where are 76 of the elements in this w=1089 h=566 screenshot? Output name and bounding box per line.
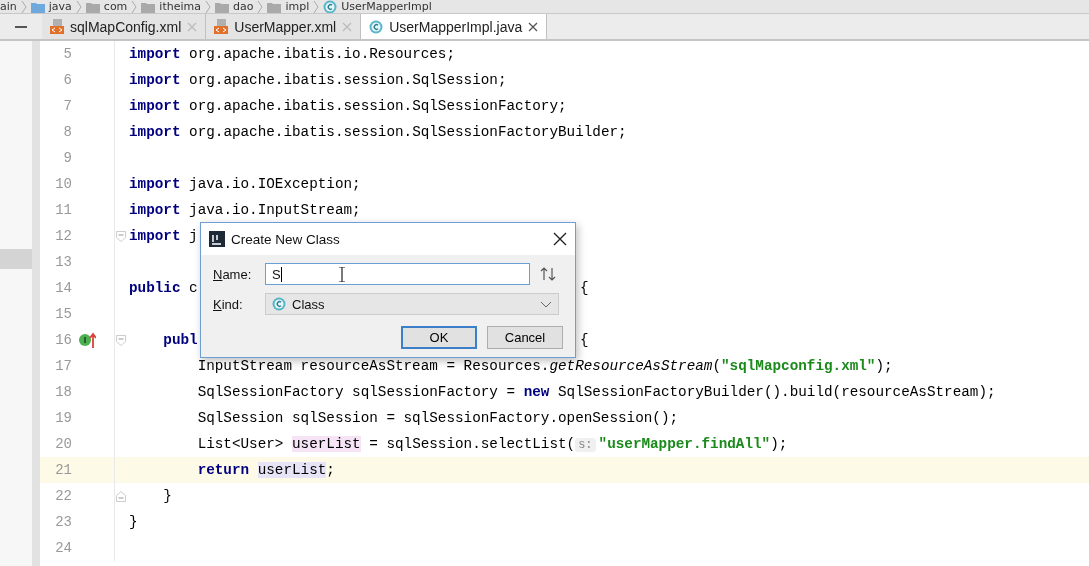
line-number: 5 — [62, 46, 72, 62]
line-number: 15 — [54, 306, 72, 322]
editor-tab[interactable]: UserMapper.xml — [206, 14, 362, 39]
breadcrumb-item[interactable]: itheima — [159, 0, 201, 13]
line-number: 16 — [54, 332, 72, 348]
code-line: public c — [129, 280, 198, 296]
breadcrumb-item[interactable]: impl — [285, 0, 310, 13]
breadcrumb-item[interactable]: UserMapperImpl — [341, 0, 432, 13]
line-number: 7 — [62, 98, 72, 114]
code-line: import org.apache.ibatis.io.Resources; — [129, 46, 456, 62]
line-number: 11 — [54, 202, 72, 218]
close-icon — [528, 21, 539, 32]
code-line: import java.io.IOException; — [129, 176, 361, 192]
breadcrumb-item[interactable]: ain — [0, 0, 17, 13]
code-text: { — [580, 280, 589, 296]
line-number: 6 — [62, 72, 72, 88]
line-number: 17 — [54, 358, 72, 374]
code-line: import org.apache.ibatis.session.SqlSession; — [129, 72, 507, 88]
close-icon[interactable] — [553, 232, 567, 246]
breadcrumb-item[interactable]: com — [103, 0, 128, 13]
chevron-icon — [257, 0, 264, 13]
line-number: 13 — [54, 254, 72, 270]
code-line: } — [162, 488, 172, 504]
close-icon — [187, 21, 198, 32]
kind-dropdown[interactable]: Class — [265, 293, 559, 315]
xml-file-icon — [50, 19, 64, 34]
name-field[interactable]: S — [265, 263, 530, 285]
dialog-button[interactable]: OK — [401, 326, 477, 349]
line-number: 20 — [54, 436, 72, 452]
code-line: import j — [129, 228, 198, 244]
field-label: Name: — [213, 266, 253, 282]
xml-file-icon — [214, 19, 229, 34]
line-number: 10 — [54, 176, 72, 192]
code-line: List<User> userList = sqlSession.selectList( s: "userMapper.findAll"); — [196, 436, 788, 452]
line-number: 21 — [54, 462, 72, 478]
line-number: 24 — [54, 540, 72, 556]
breadcrumb-item[interactable]: dao — [232, 0, 254, 13]
sort-icon[interactable] — [540, 266, 556, 282]
chevron-icon — [75, 0, 82, 13]
line-number: 12 — [54, 228, 72, 244]
code-line: InputStream resourceAsStream = Resources.getResourceAsStream("sqlMapconfig.xml"); — [196, 358, 893, 374]
code-line: import java.io.InputStream; — [129, 202, 361, 218]
class-icon — [323, 0, 338, 13]
field-label: Kind: — [213, 296, 244, 312]
class-icon — [369, 19, 384, 34]
editor-tab[interactable]: sqlMapConfig.xml — [42, 14, 207, 39]
minimize-icon[interactable] — [15, 25, 27, 28]
line-number: 14 — [54, 280, 72, 296]
dialog-title: Create New Class — [231, 231, 341, 247]
chevron-icon — [131, 0, 138, 13]
line-number: 18 — [54, 384, 72, 400]
breadcrumb-item[interactable]: java — [48, 0, 72, 13]
class-icon — [272, 297, 286, 311]
code-line: SqlSession sqlSession = sqlSessionFactory.openSession(); — [196, 410, 679, 426]
text-cursor-icon — [338, 267, 346, 282]
tree-row-highlight — [0, 249, 32, 269]
line-number: 23 — [54, 514, 72, 530]
chevron-icon — [313, 0, 320, 13]
editor-tab[interactable]: UserMapperImpl.java — [361, 14, 548, 39]
line-number: 8 — [62, 124, 72, 140]
dialog-button[interactable]: Cancel — [487, 326, 563, 349]
app-logo-icon — [209, 231, 225, 247]
line-number: 9 — [62, 150, 72, 166]
code-line: import org.apache.ibatis.session.SqlSessionFactoryBuilder; — [129, 124, 627, 140]
code-line: publ — [162, 332, 198, 348]
code-line: } — [129, 514, 138, 530]
code-line: import org.apache.ibatis.session.SqlSessionFactory; — [129, 98, 567, 114]
chevron-down-icon — [540, 300, 552, 308]
line-number: 19 — [54, 410, 72, 426]
chevron-icon — [20, 0, 27, 13]
close-icon — [342, 21, 353, 32]
code-text: { — [580, 332, 589, 348]
chevron-icon — [204, 0, 211, 13]
code-line: return userList; — [196, 462, 335, 478]
code-line: SqlSessionFactory sqlSessionFactory = new SqlSessionFactoryBuilder().build(resourceAsStream); — [196, 384, 996, 400]
line-number: 22 — [54, 488, 72, 504]
